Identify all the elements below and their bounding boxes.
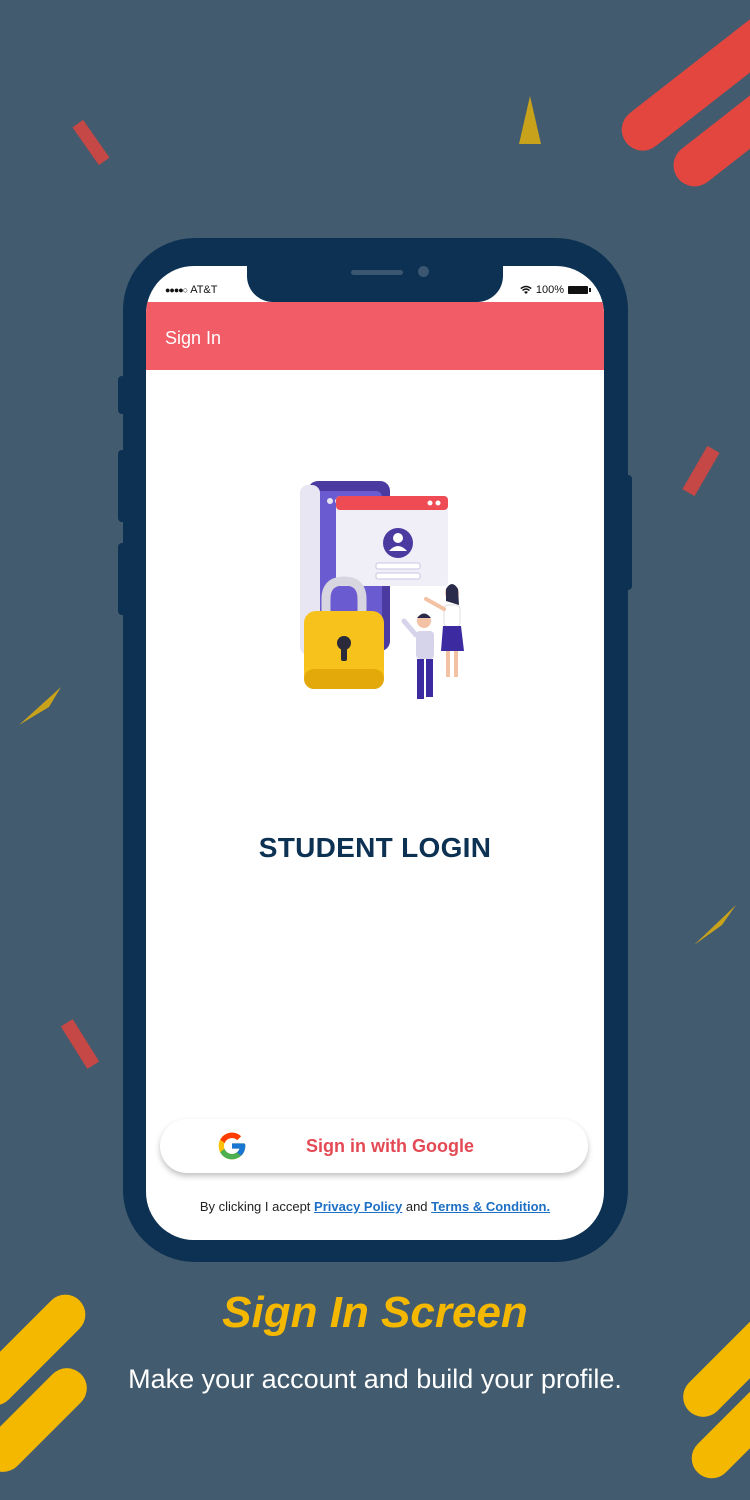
battery-label: 100% — [535, 284, 564, 296]
app-bar: Sign In — [146, 302, 604, 370]
wifi-icon — [520, 285, 532, 294]
login-security-illustration-icon — [300, 481, 464, 699]
phone-notch — [247, 266, 503, 302]
caption-title: Sign In Screen — [222, 1288, 528, 1337]
google-signin-label: Sign in with Google — [306, 1136, 474, 1156]
status-bar-left: ●●●●○ AT&T — [165, 284, 217, 296]
carrier-label: AT&T — [190, 284, 218, 296]
terms-prefix: By clicking I accept — [199, 1199, 311, 1214]
decor-yellow-triangle-1 — [519, 96, 541, 144]
google-g-icon — [218, 1132, 246, 1160]
speaker-icon — [351, 270, 403, 275]
status-bar-right: 100% — [520, 284, 591, 296]
battery-icon — [568, 286, 591, 294]
terms-text: By clicking I accept Privacy Policy and … — [146, 1199, 604, 1214]
caption-subtitle: Make your account and build your profile… — [128, 1364, 622, 1394]
terms-condition-link[interactable]: Terms & Condition. — [431, 1199, 550, 1214]
google-signin-button[interactable]: Sign in with Google — [160, 1119, 588, 1173]
terms-and: and — [405, 1199, 428, 1214]
privacy-policy-link[interactable]: Privacy Policy — [314, 1199, 402, 1214]
app-bar-title: Sign In — [165, 328, 222, 348]
page-title: STUDENT LOGIN — [258, 832, 492, 863]
phone-screen: ●●●●○ AT&T 100% Sign In STUDENT LOGIN Si… — [146, 266, 604, 1240]
decor-yellow-triangle-3 — [694, 905, 736, 945]
decor-red-dash-3 — [60, 1019, 100, 1069]
decor-red-dash-1 — [72, 119, 110, 166]
camera-icon — [418, 266, 429, 277]
decor-yellow-triangle-2 — [19, 687, 61, 725]
phone-frame: ●●●●○ AT&T 100% Sign In STUDENT LOGIN Si… — [123, 238, 628, 1262]
decor-red-dash-2 — [682, 445, 720, 497]
signal-icon: ●●●●○ — [165, 285, 188, 295]
